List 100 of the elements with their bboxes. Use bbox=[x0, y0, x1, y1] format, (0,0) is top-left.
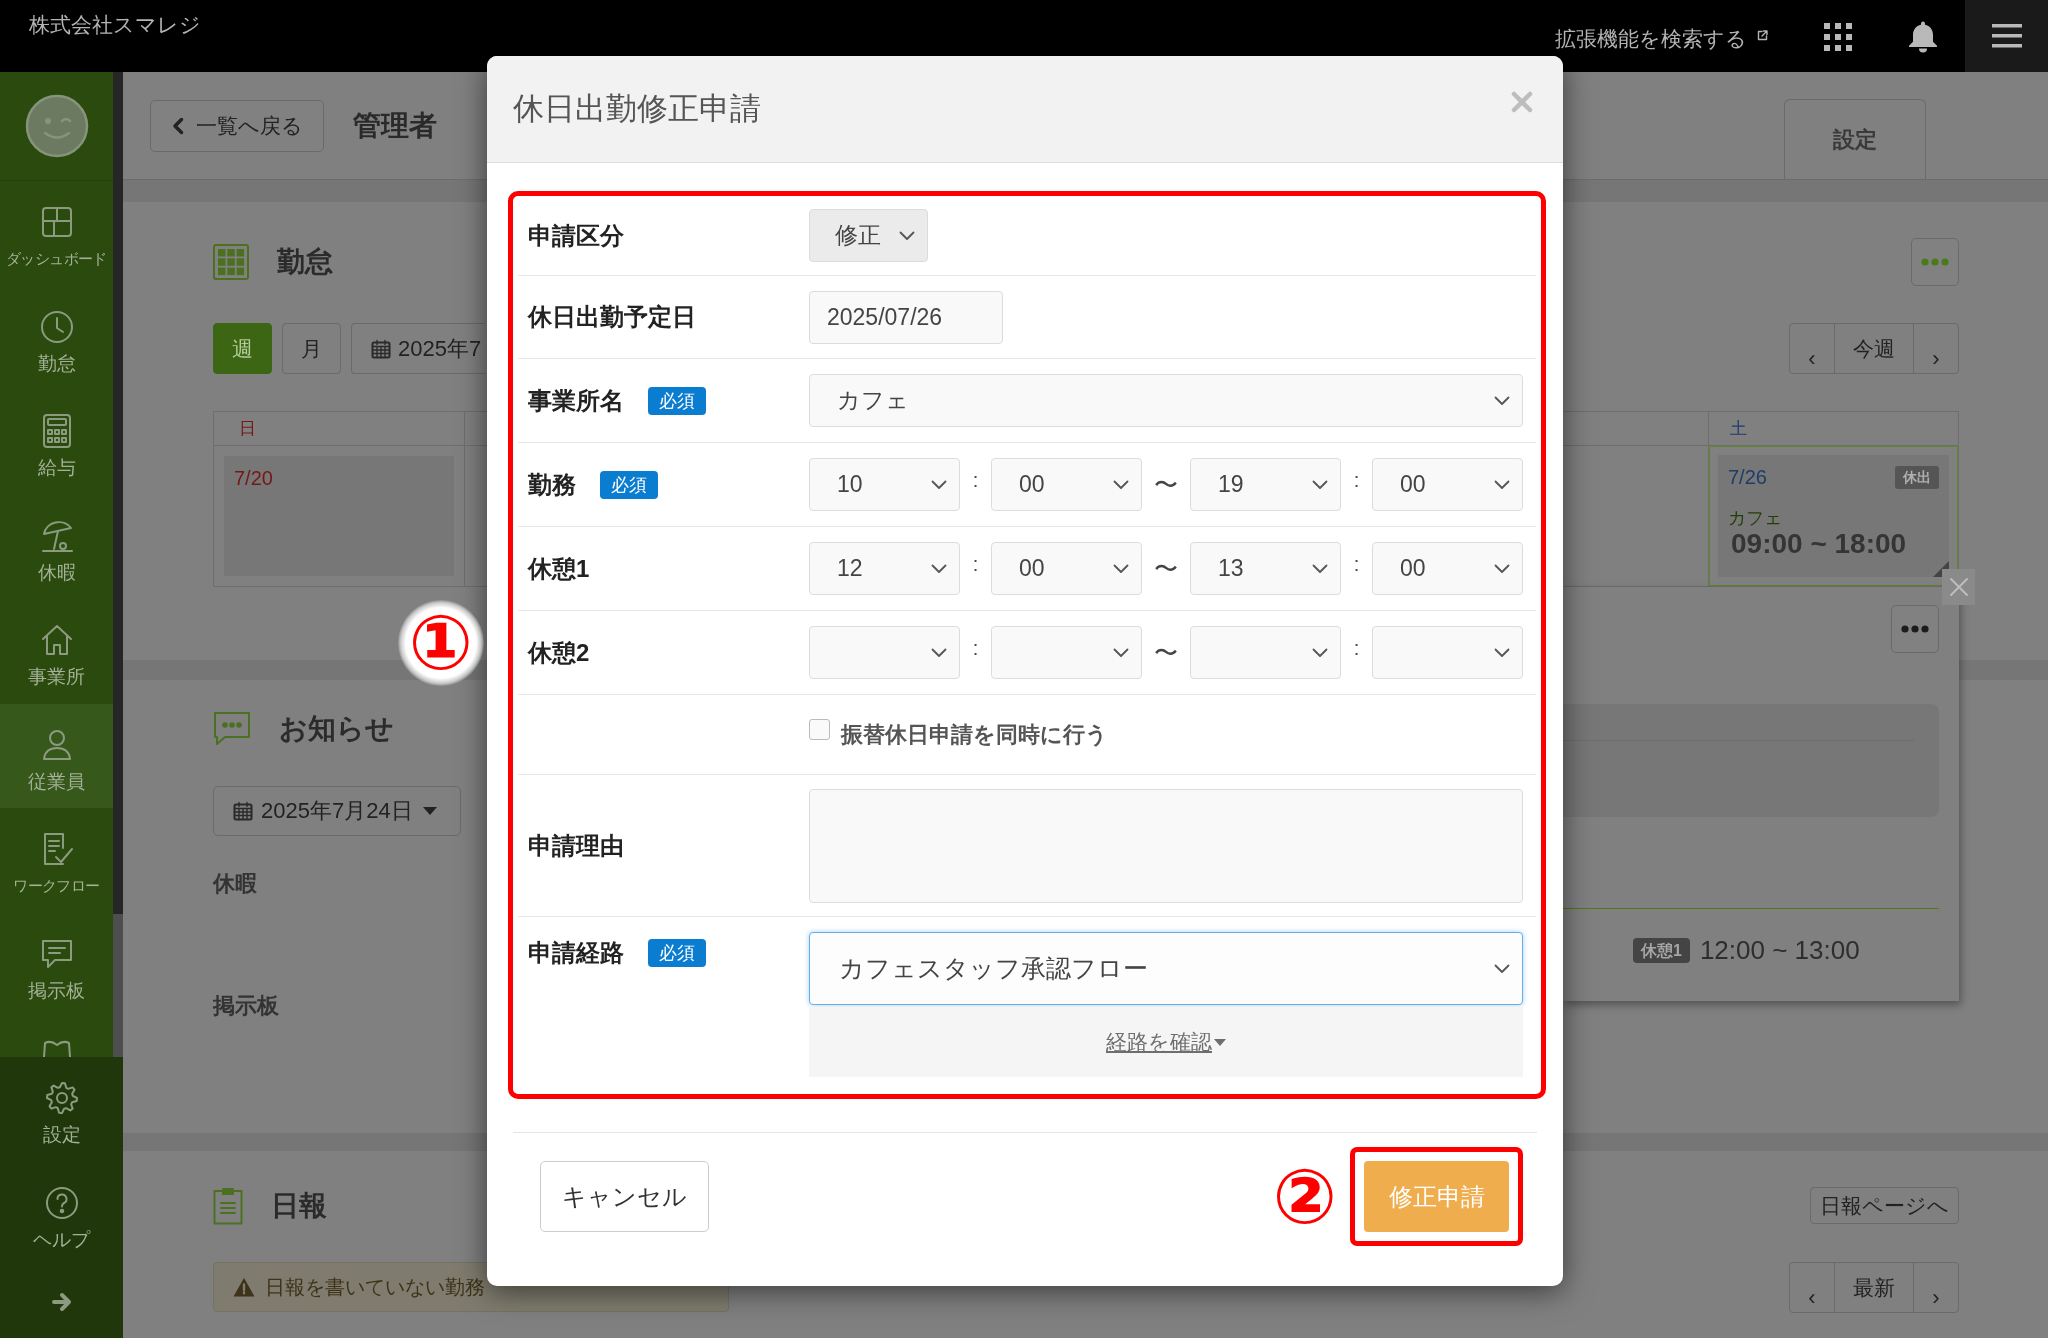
close-button[interactable] bbox=[1511, 91, 1533, 113]
latest-button[interactable]: 最新 bbox=[1834, 1263, 1914, 1312]
section-title: 日報 bbox=[271, 1188, 327, 1223]
chevron-down-icon bbox=[1113, 647, 1129, 658]
date-dropdown[interactable]: 2025年7月24日 bbox=[213, 786, 461, 836]
sidebar-item[interactable]: 設定 bbox=[0, 1062, 123, 1167]
date-field[interactable]: 2025/07/26 bbox=[809, 290, 1003, 344]
break-time: 12:00 ~ 13:00 bbox=[1699, 934, 1860, 966]
sidebar-item[interactable]: 休暇 bbox=[0, 494, 113, 599]
select-field[interactable]: カフェ bbox=[809, 374, 1523, 427]
chevron-down-icon bbox=[1113, 479, 1129, 490]
sidebar-item[interactable]: 従業員 bbox=[0, 703, 113, 808]
annotation-number: ① bbox=[398, 600, 484, 686]
sidebar-item[interactable]: 事業所 bbox=[0, 599, 113, 704]
settings-tab[interactable]: 設定 bbox=[1784, 99, 1926, 179]
range-separator: 〜 bbox=[1153, 469, 1179, 500]
weekday-label: 日 bbox=[239, 418, 256, 440]
warning-icon bbox=[233, 1277, 255, 1297]
external-link-icon bbox=[1757, 29, 1768, 41]
required-badge: 必須 bbox=[600, 470, 658, 499]
current-week-button[interactable]: 今週 bbox=[1834, 324, 1914, 373]
caret-down-icon bbox=[422, 807, 437, 815]
sidebar-item[interactable]: ダッシュボード bbox=[0, 181, 113, 286]
shift-time: 09:00 ~ 18:00 bbox=[1731, 529, 1908, 559]
previous-button[interactable]: ‹ bbox=[1790, 344, 1834, 373]
annotation-number: ② bbox=[1272, 1158, 1337, 1235]
chevron-down-icon bbox=[1312, 479, 1328, 490]
previous-button[interactable]: ‹ bbox=[1790, 1283, 1834, 1312]
chat-dots-icon bbox=[213, 711, 251, 747]
minute-select[interactable]: 00 bbox=[991, 458, 1142, 511]
checkbox-label: 振替休日申請を同時に行う bbox=[841, 720, 1108, 749]
calendar-icon bbox=[233, 801, 253, 821]
range-separator: 〜 bbox=[1153, 637, 1179, 668]
day-date: 7/20 bbox=[234, 466, 273, 490]
route-link[interactable]: 経路を確認 bbox=[1106, 1028, 1226, 1056]
field-label: 休憩1 bbox=[528, 553, 590, 584]
day-date: 7/26 bbox=[1728, 465, 1767, 489]
view-tab[interactable]: 月 bbox=[282, 323, 341, 374]
day-card[interactable]: 7/20 bbox=[224, 456, 454, 576]
sidebar-item[interactable]: 掲示板 bbox=[0, 912, 113, 1017]
more-icon bbox=[1921, 258, 1949, 266]
more-icon bbox=[1901, 625, 1929, 633]
chevron-down-icon bbox=[1494, 647, 1510, 658]
date-picker[interactable]: 2025年7 bbox=[351, 323, 486, 374]
sidebar-item[interactable]: ヘルプ bbox=[0, 1167, 123, 1272]
reason-field[interactable] bbox=[809, 788, 1523, 903]
weekday-label: 土 bbox=[1730, 418, 1747, 440]
hour-select[interactable]: 12 bbox=[809, 542, 960, 595]
minute-select[interactable] bbox=[1372, 626, 1523, 679]
chevron-down-icon bbox=[1494, 395, 1510, 406]
chevron-down-icon bbox=[1494, 963, 1510, 974]
minute-select[interactable]: 00 bbox=[1372, 542, 1523, 595]
category-heading: 掲示板 bbox=[213, 992, 279, 1020]
close-icon bbox=[1511, 91, 1533, 113]
section-title: 勤怠 bbox=[277, 245, 333, 279]
hour-select[interactable] bbox=[1190, 626, 1341, 679]
bell-icon[interactable] bbox=[1908, 19, 1938, 53]
house-icon bbox=[39, 623, 74, 657]
hour-select[interactable] bbox=[809, 626, 960, 679]
hour-select[interactable]: 10 bbox=[809, 458, 960, 511]
more-button[interactable] bbox=[1891, 605, 1939, 653]
required-badge: 必須 bbox=[648, 386, 706, 415]
book-icon bbox=[41, 1040, 72, 1057]
sidebar-item[interactable]: 給与 bbox=[0, 390, 113, 495]
field-label: 申請経路 bbox=[528, 938, 624, 968]
back-button[interactable]: 一覧へ戻る bbox=[150, 99, 324, 152]
minute-select[interactable]: 00 bbox=[991, 542, 1142, 595]
view-tab[interactable]: 週 bbox=[213, 323, 272, 374]
extension-search-link[interactable]: 拡張機能を検索する bbox=[1555, 26, 1768, 52]
route-select[interactable]: カフェスタッフ承認フロー bbox=[809, 932, 1523, 1005]
clock-icon bbox=[39, 309, 74, 344]
menu-button[interactable] bbox=[1965, 0, 2048, 72]
next-button[interactable]: › bbox=[1914, 1283, 1958, 1312]
arrow-right-icon[interactable] bbox=[50, 1292, 73, 1312]
chevron-down-icon bbox=[1113, 563, 1129, 574]
page-title: 管理者 bbox=[353, 108, 437, 143]
minute-select[interactable]: 00 bbox=[1372, 458, 1523, 511]
chevron-down-icon bbox=[931, 479, 947, 490]
minute-select[interactable] bbox=[991, 626, 1142, 679]
time-separator: : bbox=[1352, 553, 1361, 576]
hour-select[interactable]: 13 bbox=[1190, 542, 1341, 595]
cancel-button[interactable]: キャンセル bbox=[540, 1161, 709, 1232]
help-icon bbox=[44, 1186, 79, 1220]
category-heading: 休暇 bbox=[213, 870, 257, 898]
sidebar-item[interactable]: 勤怠 bbox=[0, 285, 113, 390]
document-icon bbox=[213, 1186, 243, 1225]
checkbox[interactable] bbox=[809, 719, 830, 740]
close-button[interactable] bbox=[1942, 569, 1975, 605]
calendar-icon bbox=[371, 338, 391, 359]
location-text: カフェ bbox=[1728, 507, 1783, 529]
field-label: 申請理由 bbox=[528, 830, 624, 861]
grid-icon[interactable] bbox=[1824, 23, 1852, 51]
field-label: 休憩2 bbox=[528, 637, 590, 668]
report-page-button[interactable]: 日報ページへ bbox=[1810, 1187, 1959, 1224]
next-button[interactable]: › bbox=[1914, 344, 1958, 373]
hour-select[interactable]: 19 bbox=[1190, 458, 1341, 511]
sidebar-item[interactable]: ワークフロー bbox=[0, 808, 113, 913]
smiley-avatar bbox=[24, 94, 89, 158]
day-card[interactable]: 7/26 休出 カフェ 09:00 ~ 18:00 bbox=[1718, 455, 1949, 577]
chevron-down-icon bbox=[931, 647, 947, 658]
